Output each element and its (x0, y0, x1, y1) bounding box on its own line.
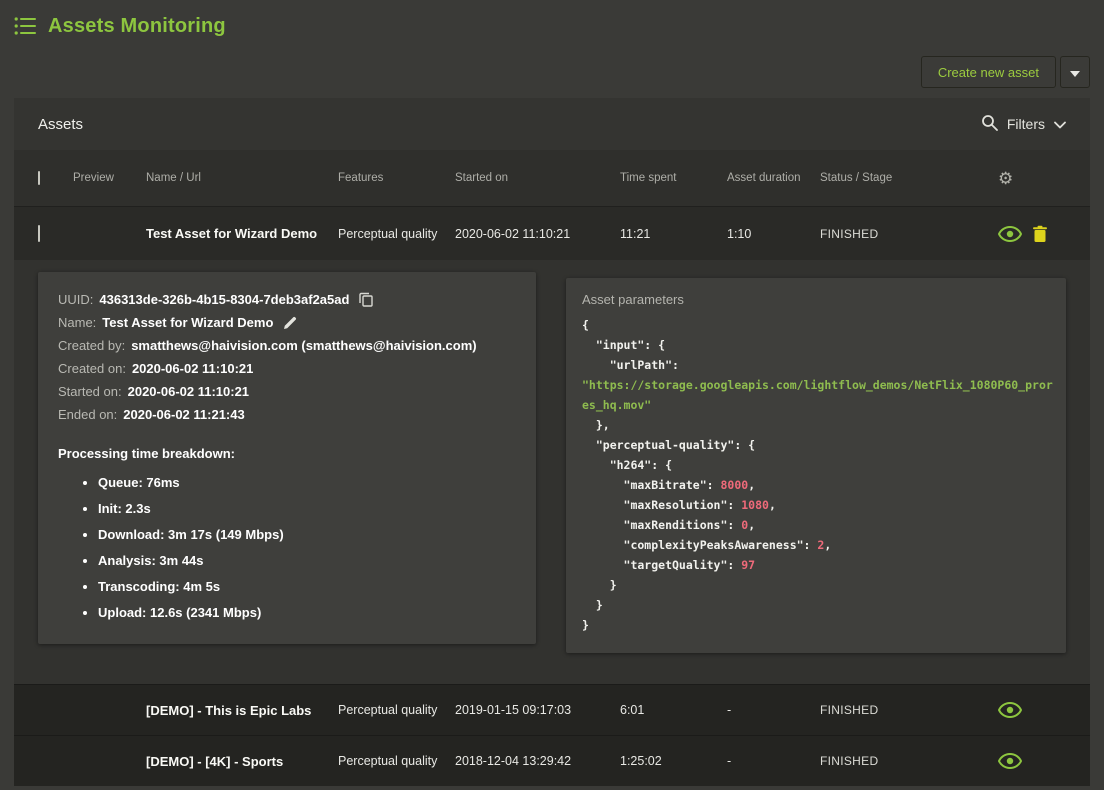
asset-time-spent: 1:25:02 (620, 754, 727, 768)
table-row[interactable]: [DEMO] - This is Epic Labs Perceptual qu… (14, 684, 1090, 735)
asset-features: Perceptual quality (338, 227, 455, 241)
asset-parameters-card: Asset parameters { "input": { "urlPath":… (566, 278, 1066, 653)
asset-name: [DEMO] - This is Epic Labs (146, 703, 338, 718)
breakdown-item: Analysis: 3m 44s (98, 548, 516, 574)
view-asset-eye-icon[interactable] (998, 753, 1022, 769)
edit-name-pencil-icon[interactable] (283, 316, 297, 330)
create-asset-dropdown-button[interactable] (1060, 56, 1090, 88)
column-header-time-spent: Time spent (620, 172, 727, 184)
actions-bar: Create new asset (0, 46, 1104, 98)
filters-button[interactable]: Filters (981, 114, 1066, 134)
asset-parameters-code: { "input": { "urlPath":"https://storage.… (582, 315, 1050, 635)
asset-name: Test Asset for Wizard Demo (146, 226, 338, 241)
asset-duration: - (727, 754, 820, 768)
asset-duration: 1:10 (727, 227, 820, 241)
asset-started-on: 2020-06-02 11:10:21 (455, 227, 620, 241)
breakdown-item: Init: 2.3s (98, 496, 516, 522)
asset-started-on: 2018-12-04 13:29:42 (455, 754, 620, 768)
table-row[interactable]: [DEMO] - [4K] - Sports Perceptual qualit… (14, 735, 1090, 786)
asset-status: FINISHED (820, 703, 990, 717)
name-field: Name: Test Asset for Wizard Demo (58, 311, 516, 334)
column-settings-gear-icon[interactable]: ⚙ (998, 170, 1013, 187)
asset-started-on: 2019-01-15 09:17:03 (455, 703, 620, 717)
copy-uuid-icon[interactable] (359, 292, 373, 307)
asset-time-spent: 6:01 (620, 703, 727, 717)
column-header-asset-duration: Asset duration (727, 172, 820, 184)
breakdown-item: Transcoding: 4m 5s (98, 574, 516, 600)
uuid-field: UUID: 436313de-326b-4b15-8304-7deb3af2a5… (58, 288, 516, 311)
assets-panel-title: Assets (38, 116, 83, 133)
create-new-asset-button[interactable]: Create new asset (921, 56, 1056, 88)
processing-breakdown-list: Queue: 76ms Init: 2.3s Download: 3m 17s … (58, 470, 516, 626)
breakdown-item: Upload: 12.6s (2341 Mbps) (98, 600, 516, 626)
column-header-features: Features (338, 172, 455, 184)
created-by-field: Created by: smatthews@haivision.com (sma… (58, 334, 516, 357)
asset-detail-expanded: UUID: 436313de-326b-4b15-8304-7deb3af2a5… (14, 260, 1090, 684)
row-checkbox[interactable] (38, 225, 40, 242)
created-on-field: Created on: 2020-06-02 11:10:21 (58, 357, 516, 380)
column-header-started-on: Started on (455, 172, 620, 184)
page-title: Assets Monitoring (48, 15, 226, 38)
delete-asset-trash-icon[interactable] (1032, 225, 1048, 243)
asset-parameters-title: Asset parameters (582, 292, 1050, 307)
ended-on-field: Ended on: 2020-06-02 11:21:43 (58, 403, 516, 426)
asset-duration: - (727, 703, 820, 717)
menu-list-icon[interactable] (14, 16, 36, 36)
chevron-down-icon (1054, 116, 1066, 132)
column-header-preview: Preview (73, 172, 146, 184)
caret-down-icon (1070, 65, 1080, 80)
asset-features: Perceptual quality (338, 703, 455, 717)
asset-status: FINISHED (820, 754, 990, 768)
column-header-status-stage: Status / Stage (820, 172, 990, 184)
app-header: Assets Monitoring (0, 0, 1104, 46)
search-icon (981, 114, 998, 134)
asset-features: Perceptual quality (338, 754, 455, 768)
column-header-name-url: Name / Url (146, 172, 338, 184)
select-all-checkbox[interactable] (38, 171, 40, 185)
asset-info-card: UUID: 436313de-326b-4b15-8304-7deb3af2a5… (38, 272, 536, 644)
breakdown-item: Queue: 76ms (98, 470, 516, 496)
table-header: Preview Name / Url Features Started on T… (14, 150, 1090, 206)
table-row[interactable]: Test Asset for Wizard Demo Perceptual qu… (14, 206, 1090, 260)
view-asset-eye-icon[interactable] (998, 226, 1022, 242)
view-asset-eye-icon[interactable] (998, 702, 1022, 718)
breakdown-item: Download: 3m 17s (149 Mbps) (98, 522, 516, 548)
asset-name: [DEMO] - [4K] - Sports (146, 754, 338, 769)
asset-status: FINISHED (820, 227, 990, 241)
asset-time-spent: 11:21 (620, 227, 727, 241)
filters-label: Filters (1007, 116, 1045, 132)
assets-panel: Assets Filters Preview Name / Url Featur… (14, 98, 1090, 786)
started-on-field: Started on: 2020-06-02 11:10:21 (58, 380, 516, 403)
processing-breakdown-title: Processing time breakdown: (58, 442, 516, 466)
assets-toolbar: Assets Filters (14, 98, 1090, 150)
